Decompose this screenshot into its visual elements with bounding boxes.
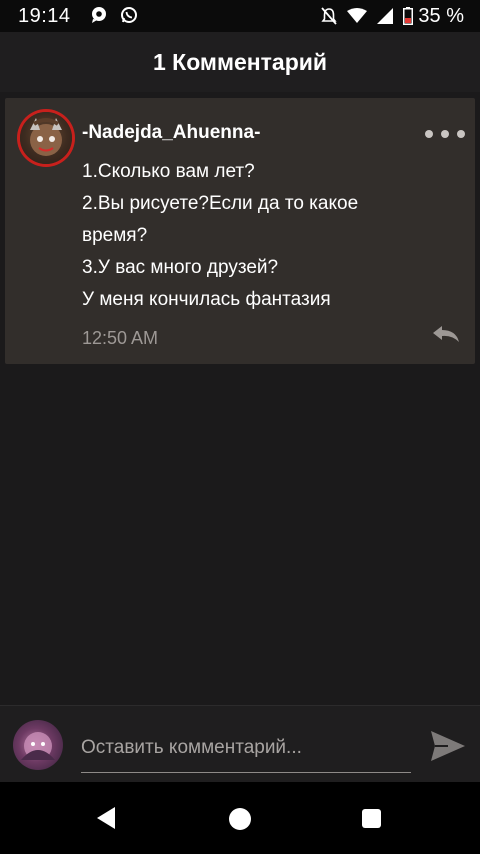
comment-line: 2.Вы рисуете?Если да то какое xyxy=(82,193,359,214)
wifi-icon xyxy=(347,8,368,23)
avatar-image xyxy=(30,118,62,156)
status-time: 19:14 xyxy=(18,5,71,27)
author-avatar[interactable] xyxy=(20,112,72,164)
dot-icon xyxy=(457,130,465,138)
more-options-button[interactable] xyxy=(425,122,465,146)
mute-notifications-icon xyxy=(321,7,338,25)
page-title: 1 Комментарий xyxy=(152,48,328,75)
dot-icon xyxy=(441,130,449,138)
comment-input-bar xyxy=(0,705,480,783)
status-icons: 35 % xyxy=(311,4,464,28)
reply-icon[interactable] xyxy=(431,324,461,344)
user-avatar[interactable] xyxy=(13,720,63,770)
chat-bubble-icon xyxy=(92,7,106,23)
recents-icon[interactable] xyxy=(362,809,381,828)
dot-icon xyxy=(425,130,433,138)
page-header: 1 Комментарий xyxy=(0,32,480,92)
back-icon[interactable] xyxy=(95,806,117,830)
comment-line: 3.У вас много друзей? xyxy=(82,257,279,278)
whatsapp-icon xyxy=(121,7,137,23)
status-bar: 19:14 35 % xyxy=(0,0,480,32)
navigation-bar xyxy=(0,782,480,854)
send-icon[interactable] xyxy=(428,726,468,766)
battery-low-icon xyxy=(403,7,414,25)
comment-card: -Nadejda_Ahuenna- 1.Сколько вам лет? 2.В… xyxy=(5,98,475,364)
signal-icon xyxy=(377,8,394,24)
comment-timestamp: 12:50 AM xyxy=(82,328,159,348)
comment-line: У меня кончилась фантазия xyxy=(82,289,331,310)
avatar-image xyxy=(21,732,55,760)
comment-author[interactable]: -Nadejda_Ahuenna- xyxy=(82,122,260,144)
comment-line: 1.Сколько вам лет? xyxy=(82,161,255,182)
comment-input[interactable] xyxy=(81,724,411,773)
comment-line: время? xyxy=(82,225,148,246)
home-icon[interactable] xyxy=(229,808,251,830)
comment-text: 1.Сколько вам лет? 2.Вы рисуете?Если да … xyxy=(82,156,442,316)
battery-percent: 35 % xyxy=(418,4,464,27)
